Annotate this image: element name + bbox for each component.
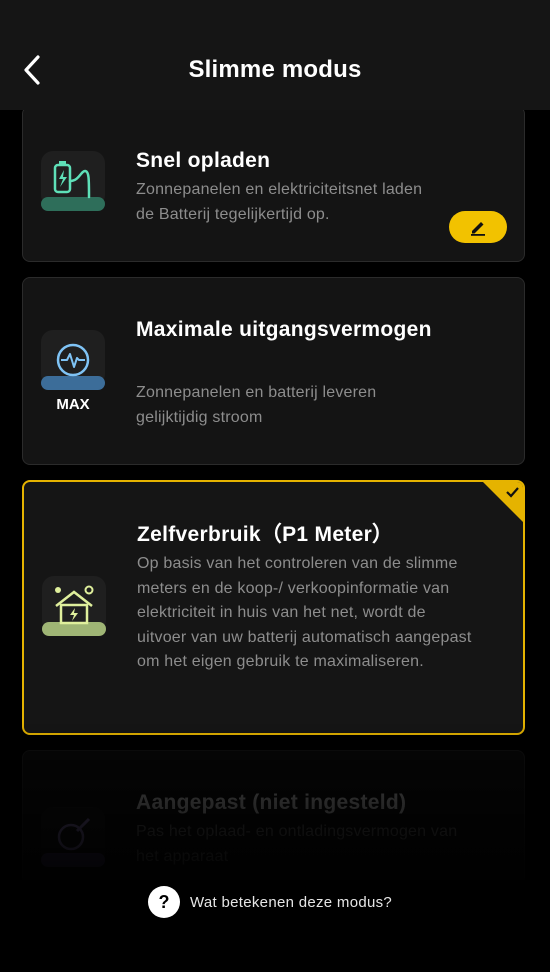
max-label: MAX (56, 396, 90, 413)
edit-button[interactable] (449, 211, 507, 243)
mode-description: Zonnepanelen en batterij leveren gelijkt… (136, 384, 377, 426)
selected-check-icon (483, 482, 523, 522)
mode-card-snel-opladen[interactable]: Snel opladen Zonnepanelen en elektricite… (22, 106, 525, 262)
header-bar: Slimme modus (0, 0, 550, 110)
page-title: Slimme modus (188, 56, 362, 83)
help-link[interactable]: ? Wat betekenen deze modus? (148, 886, 392, 918)
mode-card-zelfverbruik[interactable]: Zelfverbruik（P1 Meter） Op basis van het … (22, 480, 525, 735)
mode-list: Snel opladen Zonnepanelen en elektricite… (0, 0, 550, 880)
question-icon: ? (148, 886, 180, 918)
mode-description: Zonnepanelen en elektriciteitsnet laden … (136, 181, 423, 223)
mode-card-maximale-uitgangsvermogen[interactable]: MAX Maximale uitgangsvermogen Zonnepanel… (22, 277, 525, 465)
solar-house-icon (42, 576, 106, 640)
help-text: Wat betekenen deze modus? (190, 893, 393, 911)
mode-title: Maximale uitgangsvermogen (136, 318, 432, 341)
pulse-icon (41, 330, 105, 394)
mode-title: Zelfverbruik（P1 Meter） (137, 523, 394, 546)
mode-title: Aangepast (niet ingesteld) (136, 791, 407, 814)
custom-settings-icon (41, 807, 105, 871)
pencil-icon (471, 222, 485, 236)
mode-card-aangepast[interactable]: Aangepast (niet ingesteld) Pas het oplaa… (22, 750, 525, 880)
mode-description: Op basis van het controleren van de slim… (137, 555, 472, 670)
mode-title: Snel opladen (136, 149, 271, 172)
mode-description: Pas het oplaad- en ontladingsvermogen va… (136, 823, 458, 865)
battery-plug-icon (41, 151, 105, 215)
